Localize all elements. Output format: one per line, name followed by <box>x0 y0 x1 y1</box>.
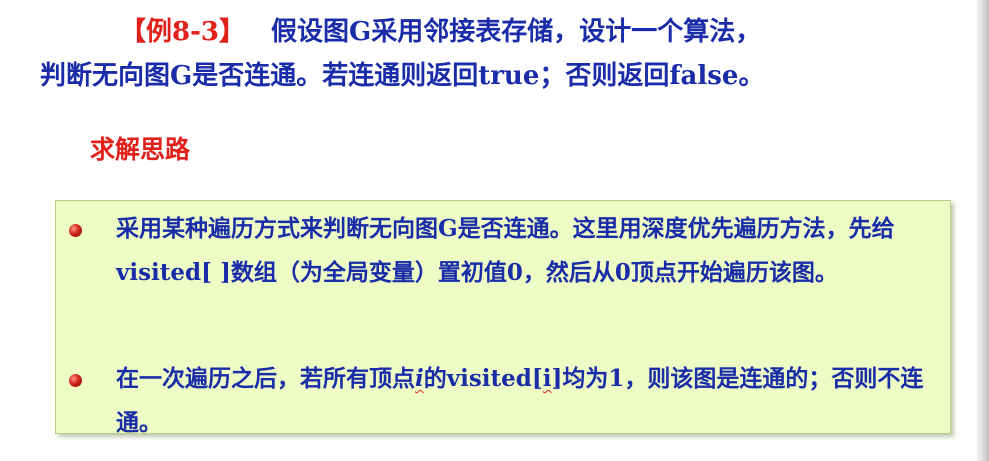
bullet-2-part-1: 在一次遍历之后，若所有顶点 <box>116 365 415 392</box>
bullet-item-1: 采用某种遍历方式来判断无向图G是否连通。这里用深度优先遍历方法，先给visite… <box>116 215 895 286</box>
bullet-2-part-2: 的visited[ <box>423 365 543 392</box>
right-edge-shadow <box>975 0 989 461</box>
example-tag: 【例8-3】 <box>120 17 245 47</box>
bullet-dot-icon <box>69 374 82 387</box>
bullet-dot-icon <box>69 224 82 237</box>
index-i: i <box>542 365 552 392</box>
example-text-1: 假设图G采用邻接表存储，设计一个算法， <box>270 17 762 47</box>
solution-panel: 采用某种遍历方式来判断无向图G是否连通。这里用深度优先遍历方法，先给visite… <box>55 200 951 436</box>
bullet-item-2: 在一次遍历之后，若所有顶点i的visited[i]均为1，则该图是连通的；否则不… <box>116 357 946 445</box>
variable-i: i <box>415 365 424 392</box>
section-title: 求解思路 <box>90 135 191 164</box>
example-line-1: 【例8-3】 假设图G采用邻接表存储，设计一个算法， <box>0 13 975 51</box>
example-line-2: 判断无向图G是否连通。若连通则返回true；否则返回false。 <box>40 61 765 91</box>
